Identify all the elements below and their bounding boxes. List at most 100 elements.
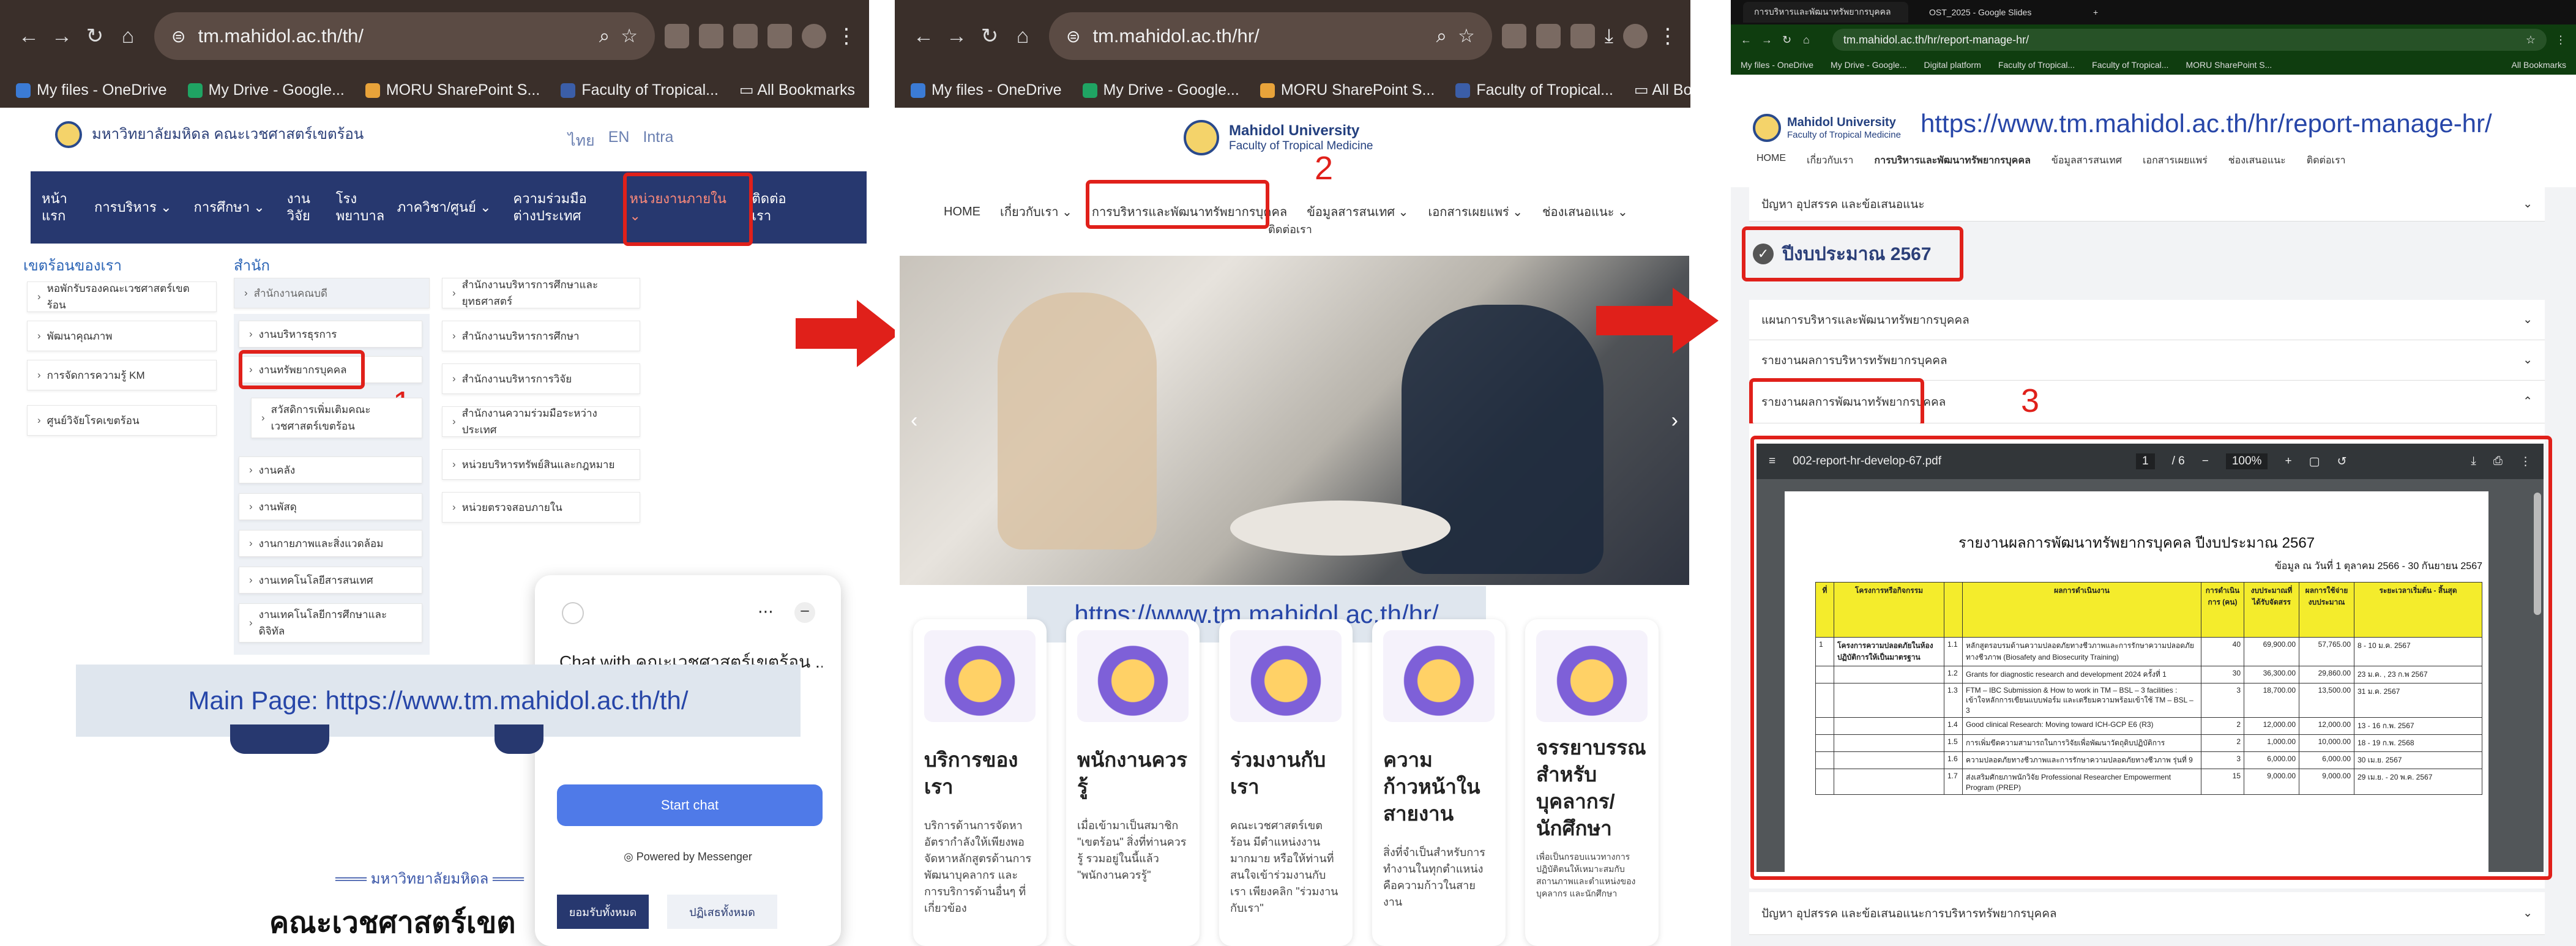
menu-item-dean-office[interactable]: สำนักงานคณบดี (234, 278, 430, 308)
extension-icon[interactable] (1570, 24, 1595, 48)
accordion-hr-admin-report[interactable]: รายงานผลการบริหารทรัพยากรบุคคล ⌄ (1749, 340, 2545, 381)
bookmark-item[interactable]: Faculty of Tropical... (1455, 81, 1613, 99)
nav-item-departments[interactable]: ภาควิชา/ศูนย์ ⌄ (386, 199, 502, 216)
menu-item[interactable]: หอพักรับรองคณะเวชศาสตร์เขตร้อน (27, 281, 217, 312)
site-info-icon[interactable]: ⊜ (171, 26, 185, 47)
reload-icon[interactable]: ↻ (973, 24, 1006, 48)
bookmark-item[interactable]: My files - OneDrive (1741, 60, 1813, 70)
menu-item[interactable]: สำนักงานบริหารการศึกษาและยุทธศาสตร์ (442, 278, 640, 308)
hero-button[interactable] (495, 724, 543, 754)
forward-icon[interactable]: → (45, 24, 78, 48)
home-icon[interactable]: ⌂ (111, 24, 144, 48)
extension-icon[interactable] (767, 24, 792, 48)
bookmark-item[interactable]: MORU SharePoint S... (2186, 60, 2272, 70)
accordion-feedback[interactable]: ปัญหา อุปสรรค และข้อเสนอแนะ ⌄ (1749, 187, 2545, 222)
nav-item-about[interactable]: เกี่ยวกับเรา ⌄ (1000, 202, 1072, 222)
all-bookmarks[interactable]: ▭ All Bookmarks (739, 81, 855, 99)
forward-icon[interactable]: → (1761, 34, 1782, 47)
accordion-hr-plan[interactable]: แผนการบริหารและพัฒนาทรัพยากรบุคคล ⌄ (1749, 300, 2545, 340)
slider-next-icon[interactable]: › (1671, 409, 1678, 433)
menu-item[interactable]: หน่วยตรวจสอบภายใน (442, 492, 640, 523)
back-icon[interactable]: ← (907, 24, 940, 48)
bookmark-item[interactable]: My files - OneDrive (911, 81, 1062, 99)
service-card[interactable]: บริการของเรา บริการด้านการจัดหาอัตรากำลั… (913, 619, 1047, 946)
nav-item-research[interactable]: งานวิจัย (276, 190, 325, 225)
menu-item[interactable]: สำนักงานบริหารการศึกษา (442, 321, 640, 351)
bookmark-item[interactable]: Faculty of Tropical... (1998, 60, 2075, 70)
nav-item-feedback[interactable]: ช่องเสนอแนะ ⌄ (1542, 202, 1628, 222)
slider-prev-icon[interactable]: ‹ (911, 409, 917, 433)
bookmark-item[interactable]: Faculty of Tropical... (2092, 60, 2168, 70)
profile-icon[interactable] (802, 24, 826, 48)
home-icon[interactable]: ⌂ (1803, 34, 1824, 47)
extension-icon[interactable] (1501, 24, 1526, 48)
nav-item-publications[interactable]: เอกสารเผยแพร่ (2143, 153, 2208, 168)
service-card[interactable]: พนักงานควรรู้ เมื่อเข้ามาเป็นสมาชิก "เขต… (1066, 619, 1200, 946)
service-card[interactable]: ร่วมงานกับเรา คณะเวชศาสตร์เขตร้อน มีตำแห… (1219, 619, 1353, 946)
service-card[interactable]: จรรยาบรรณสำหรับบุคลากร/นักศึกษา เพื่อเป็… (1525, 619, 1659, 946)
star-icon[interactable]: ☆ (1458, 25, 1475, 47)
home-icon[interactable]: ⌂ (1006, 24, 1039, 48)
bookmark-item[interactable]: MORU SharePoint S... (365, 81, 540, 99)
menu-item[interactable]: การจัดการความรู้ KM (27, 360, 217, 390)
nav-item-information[interactable]: ข้อมูลสารสนเทศ ⌄ (1307, 202, 1408, 222)
bookmark-item[interactable]: Digital platform (1924, 60, 1981, 70)
nav-item-home[interactable]: HOME (944, 205, 980, 219)
nav-item-feedback[interactable]: ช่องเสนอแนะ (2228, 153, 2286, 168)
menu-item[interactable]: พัฒนาคุณภาพ (27, 321, 217, 351)
profile-icon[interactable] (1623, 24, 1648, 48)
bookmark-item[interactable]: My Drive - Google... (1831, 60, 1906, 70)
all-bookmarks[interactable]: All Bookmarks (2512, 60, 2566, 70)
back-icon[interactable]: ← (12, 24, 45, 48)
back-icon[interactable]: ← (1741, 34, 1761, 47)
extension-icon[interactable] (699, 24, 723, 48)
nav-item-contact[interactable]: ติดต่อเรา (1268, 220, 1312, 238)
menu-item[interactable]: สำนักงานบริหารการวิจัย (442, 363, 640, 394)
nav-item-about[interactable]: เกี่ยวกับเรา (1807, 153, 1853, 168)
nav-item-contact[interactable]: ติดต่อเรา (2307, 153, 2346, 168)
zoom-icon[interactable]: ⌕ (1436, 25, 1447, 48)
menu-icon[interactable]: ⋮ (1657, 24, 1678, 48)
nav-item-information[interactable]: ข้อมูลสารสนเทศ (2051, 153, 2122, 168)
menu-item[interactable]: ศูนย์วิจัยโรคเขตร้อน (27, 405, 217, 436)
menu-item[interactable]: งานบริหารธุรการ (239, 321, 422, 348)
start-chat-button[interactable]: Start chat (557, 784, 823, 826)
new-tab-icon[interactable]: + (2093, 7, 2098, 17)
menu-item[interactable]: สำนักงานความร่วมมือระหว่างประเทศ (442, 406, 640, 437)
site-info-icon[interactable]: ⊜ (1066, 26, 1080, 47)
bookmark-item[interactable]: My files - OneDrive (16, 81, 167, 99)
site-logo[interactable]: Mahidol University Faculty of Tropical M… (1753, 114, 1901, 142)
lang-intra[interactable]: Intra (643, 128, 673, 153)
bookmark-item[interactable]: MORU SharePoint S... (1260, 81, 1435, 99)
cookie-reject-button[interactable]: ปฏิเสธทั้งหมด (667, 895, 777, 929)
more-icon[interactable]: ⋯ (758, 602, 774, 621)
menu-item[interactable]: งานกายภาพและสิ่งแวดล้อม (239, 530, 422, 557)
forward-icon[interactable]: → (940, 24, 973, 48)
menu-icon[interactable]: ⋮ (2555, 34, 2566, 47)
nav-item-international[interactable]: ความร่วมมือต่างประเทศ (502, 190, 619, 225)
reload-icon[interactable]: ↻ (1782, 34, 1803, 47)
menu-item[interactable]: สวัสดิการเพิ่มเติมคณะเวชศาสตร์เขตร้อน (251, 398, 422, 438)
lang-th[interactable]: ไทย (568, 128, 595, 153)
site-logo[interactable]: Mahidol University Faculty of Tropical M… (1184, 120, 1373, 155)
cookie-accept-button[interactable]: ยอมรับทั้งหมด (557, 895, 649, 929)
tab-active[interactable]: การบริหารและพัฒนาทรัพยากรบุคคล (1743, 2, 1908, 23)
all-bookmarks[interactable]: ▭ All Bookmarks (1634, 81, 1690, 99)
address-bar[interactable]: tm.mahidol.ac.th/hr/report-manage-hr/ ☆ (1832, 29, 2547, 51)
tab-slides[interactable]: OST_2025 - Google Slides (1918, 4, 2083, 21)
site-logo[interactable]: มหาวิทยาลัยมหิดล คณะเวชศาสตร์เขตร้อน (55, 121, 364, 148)
hero-button[interactable] (230, 724, 329, 754)
nav-item-hospital[interactable]: โรงพยาบาล (325, 190, 386, 225)
menu-item[interactable]: งานคลัง (239, 456, 422, 483)
extension-icon[interactable] (665, 24, 689, 48)
bookmark-item[interactable]: My Drive - Google... (187, 81, 345, 99)
extension-icon[interactable] (1536, 24, 1561, 48)
extension-icon[interactable] (733, 24, 758, 48)
menu-item[interactable]: งานเทคโนโลยีสารสนเทศ (239, 567, 422, 594)
minimize-icon[interactable]: – (794, 602, 815, 623)
star-icon[interactable]: ☆ (621, 25, 638, 47)
nav-item-home[interactable]: HOME (1757, 153, 1786, 168)
nav-item-education[interactable]: การศึกษา ⌄ (183, 199, 276, 216)
menu-item[interactable]: งานพัสดุ (239, 493, 422, 520)
lang-en[interactable]: EN (608, 128, 630, 153)
